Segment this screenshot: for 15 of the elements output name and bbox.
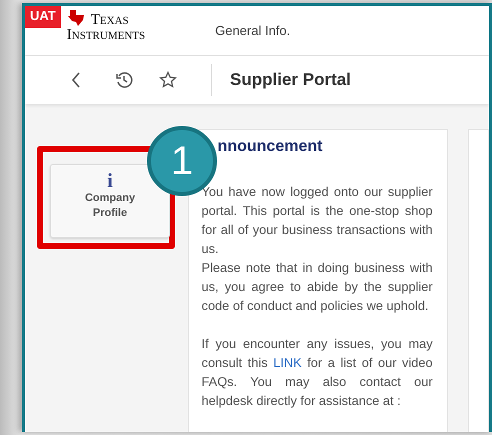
paragraph: If you encounter any issues, you may consult this LINK for a list of our video FAQs. You may also contact our helpdesk directly for assistance at : [202,335,433,410]
star-icon[interactable] [159,71,177,89]
back-icon[interactable] [71,72,81,88]
texas-state-logo-icon [66,10,87,28]
history-icon[interactable] [115,71,133,89]
paragraph: You have now logged onto our supplier portal. This portal is the one-stop shop for all of your business transactions with us. [202,183,433,258]
logo-text: Instruments [66,28,146,43]
environment-tag: UAT [25,6,61,28]
page-title: Supplier Portal [230,70,351,90]
header-title: General Info. [215,23,290,38]
faq-link[interactable]: LINK [273,355,302,370]
card-title: nnouncement [218,138,324,156]
company-profile-tile[interactable]: i Company Profile [50,164,170,238]
logo-text: Texas [90,13,129,28]
paragraph: Please note that in doing business with us, you agree to abide by the supplier code of conduct and policies we uphold. [202,259,433,315]
